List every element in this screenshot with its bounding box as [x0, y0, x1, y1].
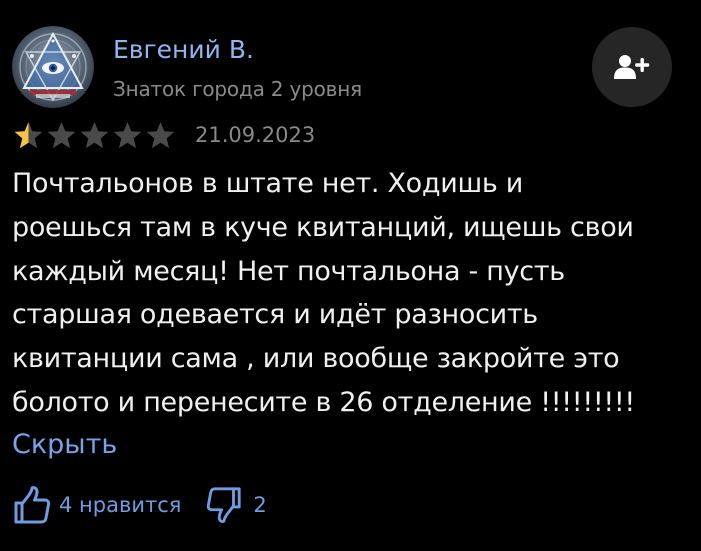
collapse-link[interactable]: Скрыть: [12, 425, 117, 465]
star-empty-icon: [47, 122, 76, 149]
review-text-line: роешься там в куче квитанций, ищешь свои: [12, 211, 634, 243]
avatar[interactable]: [12, 26, 94, 108]
review-date: 21.09.2023: [195, 123, 316, 147]
dislike-button[interactable]: 2: [205, 485, 267, 525]
star-empty-icon: [146, 122, 175, 149]
author-name[interactable]: Евгений В.: [113, 35, 254, 65]
eye-triangle-avatar-icon: [12, 26, 94, 108]
like-button[interactable]: 4 нравится: [12, 485, 181, 525]
star-empty-icon: [80, 122, 109, 149]
star-empty-icon: [113, 122, 142, 149]
author-level: Знаток города 2 уровня: [113, 77, 362, 101]
rating-stars: [12, 120, 177, 150]
star-half-icon: [14, 122, 43, 149]
add-user-icon: [614, 55, 650, 79]
review-text: Почтальонов в штате нет. Ходишь и роешьс…: [12, 162, 692, 425]
review-card: Евгений В. Знаток города 2 уровня 21.09.…: [0, 0, 701, 551]
dislike-count: 2: [253, 493, 267, 517]
review-text-line: старшая одевается и идёт разносить: [12, 299, 538, 331]
subscribe-button[interactable]: [592, 27, 672, 107]
like-count: 4 нравится: [59, 493, 182, 517]
review-text-line: каждый месяц! Нет почтальона - пусть: [12, 255, 565, 287]
review-text-line: болото и перенесите в 26 отделение !!!!!…: [12, 386, 635, 418]
thumbs-down-icon: [207, 487, 242, 523]
review-text-line: квитанции сама , или вообще закройте это: [12, 343, 620, 375]
thumbs-up-icon: [14, 486, 51, 524]
review-text-line: Почтальонов в штате нет. Ходишь и: [12, 168, 524, 199]
reactions-bar: 4 нравится 2: [12, 484, 267, 526]
